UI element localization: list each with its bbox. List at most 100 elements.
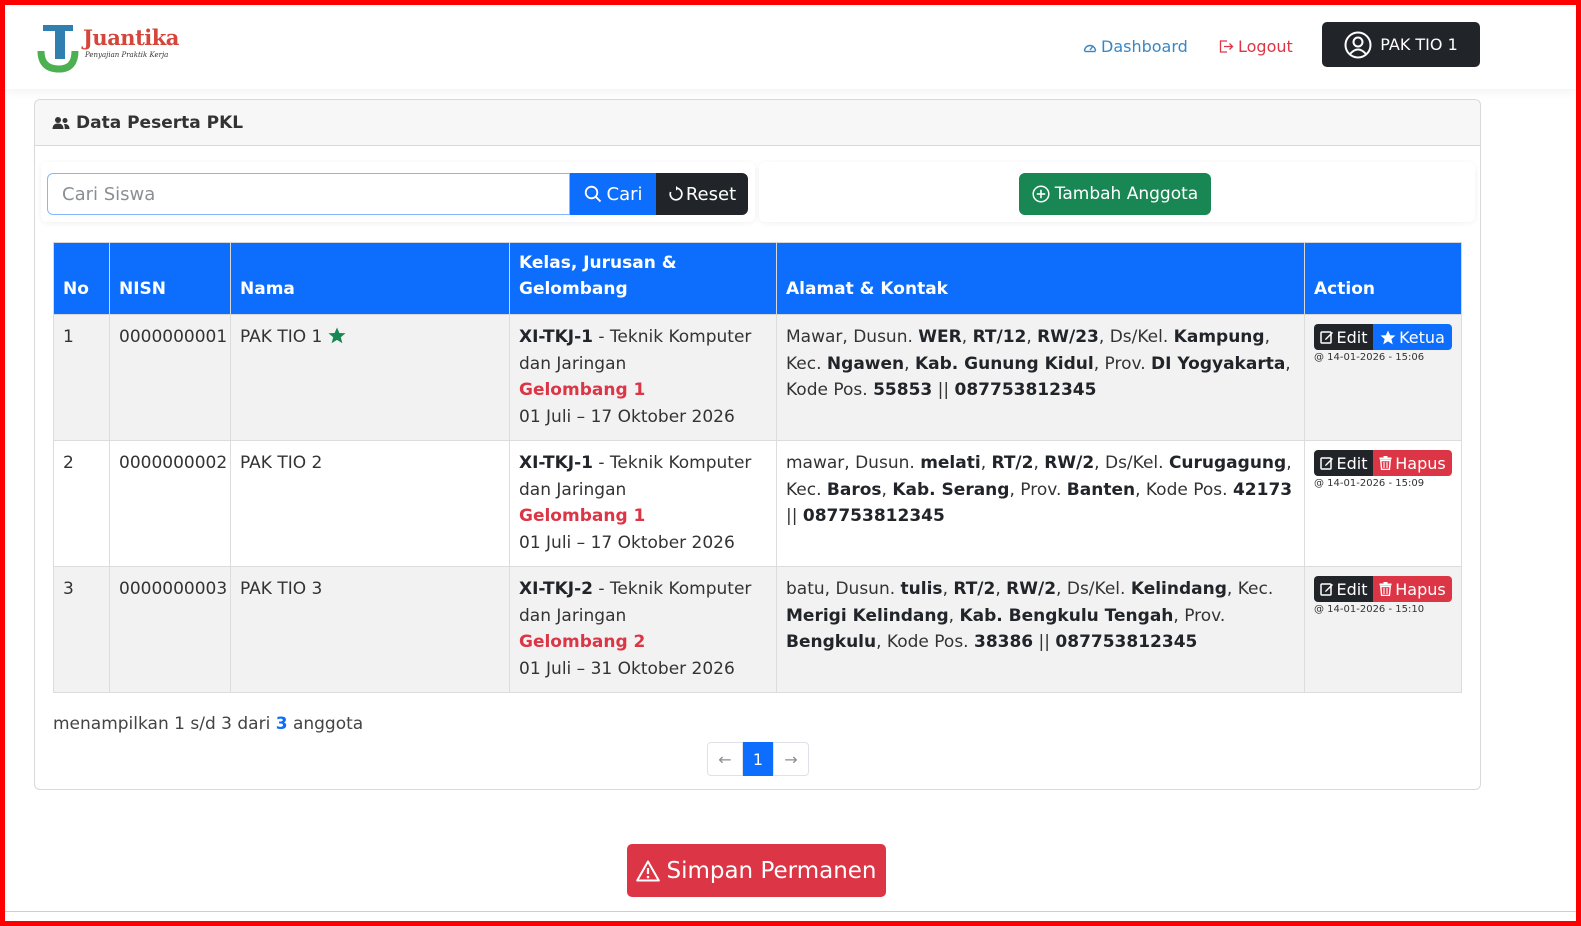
- updated-timestamp: @ 14-01-2026 - 15:06: [1314, 352, 1425, 363]
- addr-phone: 087753812345: [1055, 632, 1198, 652]
- edit-button[interactable]: Edit: [1314, 576, 1373, 602]
- peserta-card: Data Peserta PKL Cari Reset Tamba: [34, 99, 1481, 790]
- save-permanent-label: Simpan Permanen: [666, 857, 877, 884]
- student-name: PAK TIO 3: [240, 579, 323, 599]
- kelas-code: XI-TKJ-1: [519, 453, 593, 473]
- addr-text: , Prov.: [1173, 605, 1226, 626]
- addr-rw: RW/2: [1044, 453, 1095, 473]
- addr-rt: RT/2: [991, 453, 1034, 473]
- reset-button[interactable]: Reset: [656, 173, 748, 215]
- table-row: 1 0000000001 PAK TIO 1 XI-TKJ-1 - Teknik…: [53, 314, 1462, 441]
- search-input[interactable]: [47, 173, 570, 215]
- table-header-row: No NISN Nama Kelas, Jurusan & Gelombang …: [53, 242, 1462, 315]
- user-menu-button[interactable]: PAK TIO 1: [1322, 22, 1480, 67]
- action-button-group: Edit Hapus: [1314, 576, 1452, 602]
- star-icon: [1380, 329, 1396, 344]
- brand-logo[interactable]: Juantika Penyajian Praktik Kerja: [33, 21, 179, 73]
- gelombang-label: Gelombang 2: [519, 632, 646, 652]
- addr-dusun: tulis: [900, 579, 943, 599]
- search-button-label: Cari: [606, 183, 643, 205]
- result-count-total: 3: [275, 714, 288, 734]
- addr-text: ,: [881, 479, 893, 500]
- cell-no: 3: [53, 566, 110, 693]
- user-circle-icon: [1344, 31, 1372, 58]
- card-header: Data Peserta PKL: [35, 100, 1480, 146]
- addr-text: ||: [932, 380, 955, 400]
- top-navbar: Juantika Penyajian Praktik Kerja Dashboa…: [5, 5, 1576, 89]
- addr-text: ,: [942, 579, 954, 599]
- edit-button-label: Edit: [1336, 579, 1368, 599]
- add-panel: Tambah Anggota: [759, 162, 1475, 222]
- pagination-page-1[interactable]: 1: [743, 742, 773, 776]
- delete-button-label: Hapus: [1395, 453, 1446, 473]
- logout-icon: [1219, 40, 1234, 53]
- addr-kabupaten: Kab. Gunung Kidul: [914, 353, 1094, 374]
- column-header-kelas: Kelas, Jurusan & Gelombang: [509, 242, 777, 315]
- pagination-next-button[interactable]: →: [773, 742, 809, 776]
- delete-button[interactable]: Hapus: [1373, 450, 1452, 476]
- addr-text: , Prov.: [1009, 479, 1067, 500]
- addr-text: Mawar, Dusun.: [786, 327, 919, 347]
- nav-dashboard-link[interactable]: Dashboard: [1083, 37, 1188, 56]
- addr-text: ,: [1033, 453, 1045, 473]
- addr-kodepos: 42173: [1232, 479, 1293, 500]
- student-name: PAK TIO 1: [240, 327, 323, 347]
- addr-kabupaten: Kab. Serang: [892, 479, 1010, 500]
- add-member-label: Tambah Anggota: [1054, 184, 1199, 204]
- column-header-action: Action: [1304, 242, 1462, 315]
- delete-button[interactable]: Hapus: [1373, 576, 1452, 602]
- addr-desa: Kampung: [1173, 327, 1265, 347]
- cell-kelas: XI-TKJ-1 - Teknik Komputer dan Jaringan …: [509, 314, 777, 441]
- periode-dates: 01 Juli – 17 Oktober 2026: [519, 532, 735, 553]
- speedometer-icon: [1083, 44, 1097, 52]
- trash-icon: [1379, 582, 1392, 596]
- search-button[interactable]: Cari: [570, 173, 656, 215]
- pagination-prev-button[interactable]: ←: [707, 742, 743, 776]
- student-name: PAK TIO 2: [240, 453, 323, 473]
- reset-icon: [669, 186, 683, 201]
- page-bottom-divider: [5, 911, 1576, 912]
- addr-text: , Kode Pos.: [1135, 479, 1233, 500]
- add-member-button[interactable]: Tambah Anggota: [1019, 173, 1211, 215]
- addr-provinsi: DI Yogyakarta: [1151, 353, 1286, 374]
- column-header-kelas-line2: Gelombang: [519, 279, 628, 299]
- addr-dusun: WER: [918, 327, 962, 347]
- action-button-group: Edit Hapus: [1314, 450, 1452, 476]
- addr-kabupaten: Kab. Bengkulu Tengah: [959, 605, 1174, 626]
- edit-button[interactable]: Edit: [1314, 450, 1373, 476]
- brand-tagline: Penyajian Praktik Kerja: [85, 51, 169, 59]
- addr-text: , Kec.: [1226, 579, 1274, 599]
- nav-logout-link[interactable]: Logout: [1219, 37, 1293, 56]
- result-count-prefix: menampilkan 1 s/d 3 dari: [53, 714, 276, 734]
- updated-timestamp: @ 14-01-2026 - 15:09: [1314, 478, 1425, 489]
- cell-nisn: 0000000001: [109, 314, 231, 441]
- edit-icon: [1319, 583, 1333, 596]
- kelas-code: XI-TKJ-1: [519, 327, 593, 347]
- addr-phone: 087753812345: [802, 506, 945, 526]
- edit-button[interactable]: Edit: [1314, 324, 1373, 350]
- column-header-kelas-line1: Kelas, Jurusan &: [519, 253, 677, 273]
- table-row: 3 0000000003 PAK TIO 3 XI-TKJ-2 - Teknik…: [53, 566, 1462, 693]
- updated-timestamp: @ 14-01-2026 - 15:10: [1314, 604, 1425, 615]
- addr-text: ,: [948, 605, 960, 626]
- periode-dates: 01 Juli – 17 Oktober 2026: [519, 406, 735, 427]
- nav-dashboard-label: Dashboard: [1101, 37, 1188, 56]
- periode-dates: 01 Juli – 31 Oktober 2026: [519, 658, 735, 679]
- addr-provinsi: Bengkulu: [786, 632, 877, 652]
- kelas-code: XI-TKJ-2: [519, 579, 593, 599]
- warning-icon: [636, 860, 661, 881]
- addr-phone: 087753812345: [954, 380, 1097, 400]
- addr-text: , Kode Pos.: [876, 632, 974, 652]
- set-ketua-button[interactable]: Ketua: [1373, 324, 1452, 350]
- result-count-suffix: anggota: [287, 714, 364, 734]
- save-permanent-button[interactable]: Simpan Permanen: [627, 844, 886, 897]
- cell-alamat: Mawar, Dusun. WER, RT/12, RW/23, Ds/Kel.…: [776, 314, 1305, 441]
- column-header-nisn: NISN: [109, 242, 231, 315]
- people-icon: [52, 116, 70, 129]
- addr-kecamatan: Merigi Kelindang: [786, 605, 949, 626]
- addr-text: ,: [980, 453, 992, 473]
- nav-logout-label: Logout: [1238, 37, 1293, 56]
- cell-no: 1: [53, 314, 110, 441]
- addr-text: ,: [995, 579, 1007, 599]
- ketua-button-label: Ketua: [1399, 327, 1445, 347]
